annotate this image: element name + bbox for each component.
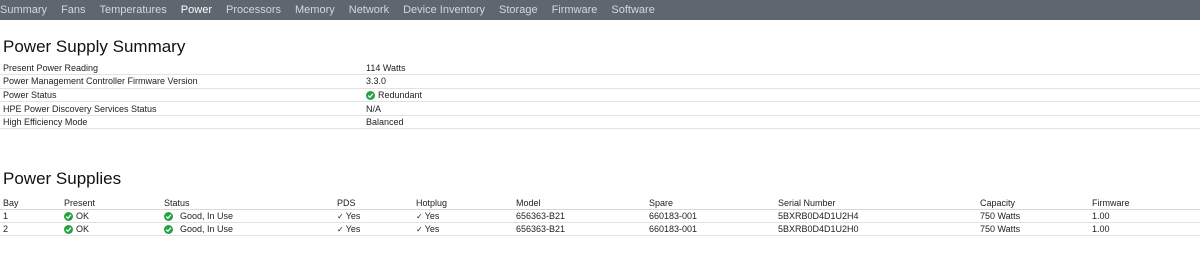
tab-power[interactable]: Power <box>174 0 219 20</box>
pds-value: Yes <box>345 211 361 221</box>
column-header: PDS <box>334 196 413 210</box>
firmware-cell: 1.00 <box>1089 222 1200 236</box>
model-cell: 656363-B21 <box>513 209 646 223</box>
pds-cell: ✓ Yes <box>334 222 413 236</box>
tab-storage[interactable]: Storage <box>492 0 545 20</box>
model-cell: 656363-B21 <box>513 222 646 236</box>
column-header: Capacity <box>977 196 1089 210</box>
present-value: OK <box>76 210 90 221</box>
summary-table: Present Power Reading 114 Watts Power Ma… <box>0 61 1200 129</box>
column-header: Bay <box>0 196 61 210</box>
ok-check-icon <box>366 91 375 101</box>
summary-label: Present Power Reading <box>3 62 99 73</box>
tab-network[interactable]: Network <box>342 0 396 20</box>
column-header: Status <box>161 196 334 210</box>
column-header: Firmware <box>1089 196 1200 210</box>
serial-cell: 5BXRB0D4D1U2H0 <box>775 222 977 236</box>
tab-temperatures[interactable]: Temperatures <box>93 0 174 20</box>
tab-fans[interactable]: Fans <box>54 0 92 20</box>
power-status-value: Redundant <box>378 89 423 100</box>
ok-check-icon <box>164 212 173 222</box>
summary-row: Power Management Controller Firmware Ver… <box>0 75 1200 89</box>
status-value: Good, In Use <box>180 223 234 234</box>
summary-label: High Efficiency Mode <box>3 117 88 128</box>
table-header-row: Bay Present Status PDS Hotplug Model Spa… <box>0 196 1200 210</box>
summary-label: HPE Power Discovery Services Status <box>3 103 157 114</box>
ok-check-icon <box>64 212 73 222</box>
top-nav: Summary Fans Temperatures Power Processo… <box>0 0 1200 20</box>
power-supplies-table: Bay Present Status PDS Hotplug Model Spa… <box>0 196 1200 236</box>
spare-cell: 660183-001 <box>646 222 775 236</box>
checkmark-icon: ✓ <box>416 225 423 234</box>
present-cell: OK <box>61 209 161 223</box>
summary-row: HPE Power Discovery Services Status N/A <box>0 102 1200 116</box>
ok-check-icon <box>164 225 173 235</box>
checkmark-icon: ✓ <box>337 225 344 234</box>
status-cell: Good, In Use <box>161 222 334 236</box>
status-cell: Good, In Use <box>161 209 334 223</box>
summary-value: 3.3.0 <box>366 76 387 87</box>
tab-device-inventory[interactable]: Device Inventory <box>396 0 492 20</box>
summary-value: Balanced <box>366 117 404 128</box>
summary-value: N/A <box>366 103 382 114</box>
power-supply-summary-heading: Power Supply Summary <box>3 37 186 56</box>
serial-cell: 5BXRB0D4D1U2H4 <box>775 209 977 223</box>
bay-cell: 2 <box>0 222 61 236</box>
tab-processors[interactable]: Processors <box>219 0 288 20</box>
present-cell: OK <box>61 222 161 236</box>
column-header: Present <box>61 196 161 210</box>
hotplug-value: Yes <box>424 224 440 234</box>
tab-memory[interactable]: Memory <box>288 0 342 20</box>
checkmark-icon: ✓ <box>337 212 344 221</box>
capacity-cell: 750 Watts <box>977 209 1089 223</box>
column-header: Model <box>513 196 646 210</box>
tab-summary[interactable]: Summary <box>0 0 54 20</box>
summary-row: High Efficiency Mode Balanced <box>0 115 1200 129</box>
hotplug-cell: ✓ Yes <box>413 222 513 236</box>
table-row: 2 OK Good, In Use ✓ Yes ✓ Yes 656363-B21 6… <box>0 222 1200 236</box>
pds-value: Yes <box>345 224 361 234</box>
hotplug-value: Yes <box>424 211 440 221</box>
ok-check-icon <box>64 225 73 235</box>
summary-label: Power Management Controller Firmware Ver… <box>3 76 198 87</box>
summary-row: Power Status Redundant <box>0 88 1200 102</box>
summary-value: 114 Watts <box>366 62 406 73</box>
checkmark-icon: ✓ <box>416 212 423 221</box>
hotplug-cell: ✓ Yes <box>413 209 513 223</box>
column-header: Hotplug <box>413 196 513 210</box>
tab-firmware[interactable]: Firmware <box>545 0 605 20</box>
summary-label: Power Status <box>3 89 57 100</box>
summary-value-cell: Redundant <box>366 88 1200 102</box>
tab-software[interactable]: Software <box>604 0 661 20</box>
power-supplies-heading: Power Supplies <box>3 169 122 188</box>
status-value: Good, In Use <box>180 210 234 221</box>
present-value: OK <box>76 223 90 234</box>
pds-cell: ✓ Yes <box>334 209 413 223</box>
firmware-cell: 1.00 <box>1089 209 1200 223</box>
spare-cell: 660183-001 <box>646 209 775 223</box>
column-header: Spare <box>646 196 775 210</box>
table-row: 1 OK Good, In Use ✓ Yes ✓ Yes 656363-B21 6… <box>0 209 1200 223</box>
bay-cell: 1 <box>0 209 61 223</box>
capacity-cell: 750 Watts <box>977 222 1089 236</box>
column-header: Serial Number <box>775 196 977 210</box>
summary-row: Present Power Reading 114 Watts <box>0 61 1200 75</box>
